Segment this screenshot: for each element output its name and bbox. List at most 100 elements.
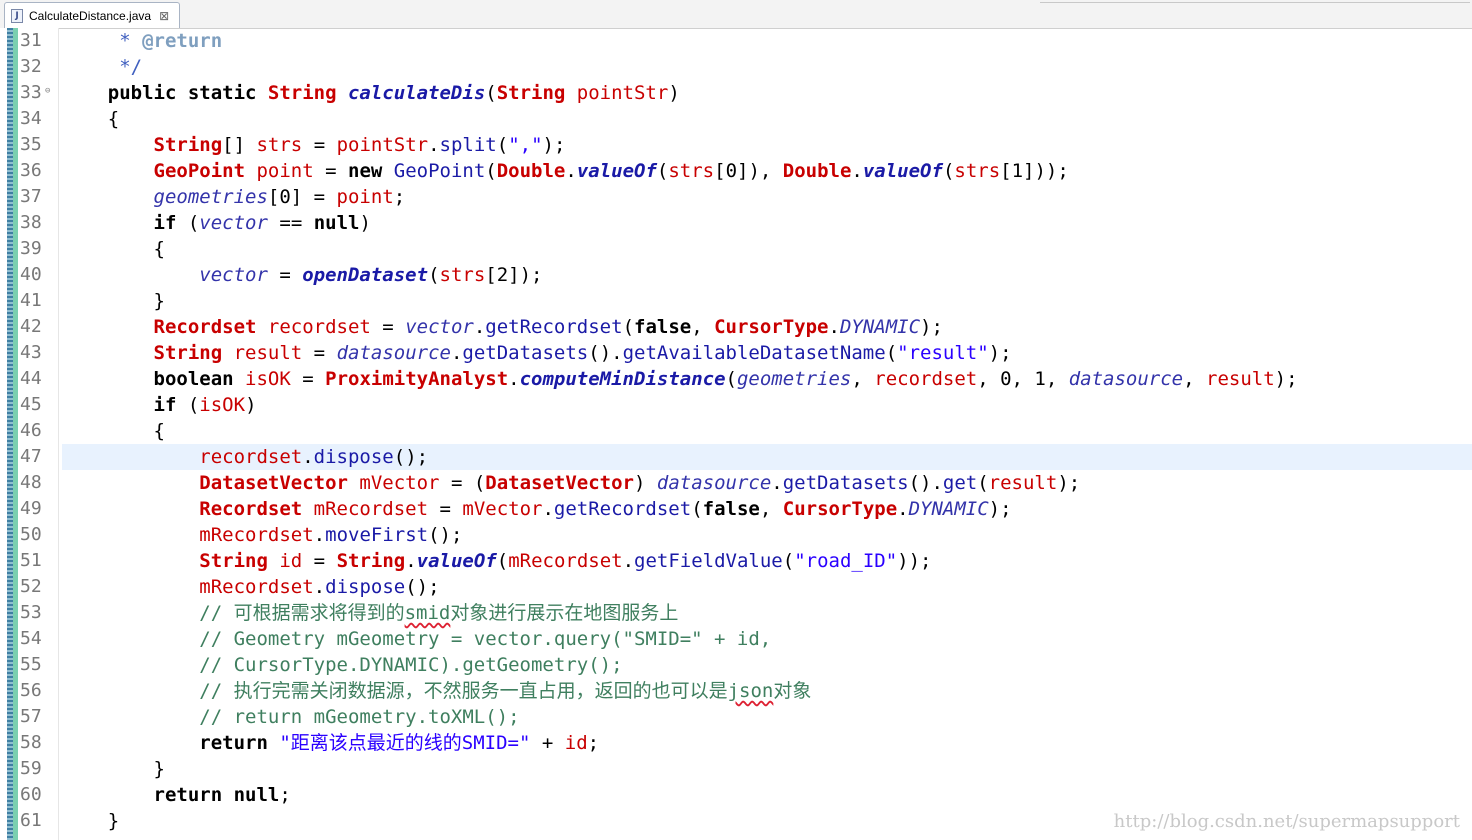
- code-token: datasource: [336, 342, 451, 364]
- line-number: 45: [20, 394, 42, 415]
- code-token: .: [313, 576, 326, 598]
- code-line[interactable]: // Geometry mGeometry = vector.query("SM…: [62, 626, 1472, 652]
- code-token: false: [702, 498, 760, 520]
- line-number: 34: [20, 108, 42, 129]
- code-line[interactable]: * @return: [62, 28, 1472, 54]
- code-token: split: [439, 134, 497, 156]
- code-line[interactable]: {: [62, 236, 1472, 262]
- line-number: 42: [20, 316, 42, 337]
- code-token: openDataset: [302, 264, 429, 286]
- java-file-icon: J: [11, 8, 23, 23]
- close-icon[interactable]: ⊠: [159, 9, 169, 23]
- code-token: "距离该点最近的线的SMID=": [279, 732, 531, 754]
- code-token: .: [897, 498, 909, 520]
- code-token: DYNAMIC: [908, 498, 989, 520]
- code-token: @return: [142, 30, 223, 52]
- code-line[interactable]: if (isOK): [62, 392, 1472, 418]
- code-line[interactable]: DatasetVector mVector = (DatasetVector) …: [62, 470, 1472, 496]
- line-number: 60: [20, 784, 42, 805]
- code-line[interactable]: // CursorType.DYNAMIC).getGeometry();: [62, 652, 1472, 678]
- code-line[interactable]: GeoPoint point = new GeoPoint(Double.val…: [62, 158, 1472, 184]
- code-line[interactable]: mRecordset.dispose();: [62, 574, 1472, 600]
- code-token: GeoPoint: [393, 160, 486, 182]
- code-token: []: [222, 134, 257, 156]
- code-token: datasource: [1068, 368, 1184, 390]
- code-line[interactable]: recordset.dispose();: [62, 444, 1472, 470]
- tab-bar-divider: [1040, 2, 1470, 3]
- code-line[interactable]: // 可根据需求将得到的smid对象进行展示在地图服务上: [62, 600, 1472, 626]
- code-line[interactable]: String id = String.valueOf(mRecordset.ge…: [62, 548, 1472, 574]
- code-line[interactable]: Recordset mRecordset = mVector.getRecord…: [62, 496, 1472, 522]
- code-token: +: [530, 732, 565, 754]
- code-line[interactable]: {: [62, 106, 1472, 132]
- tab-title: CalculateDistance.java: [29, 8, 152, 23]
- code-line[interactable]: mRecordset.moveFirst();: [62, 522, 1472, 548]
- code-token: getFieldValue: [634, 550, 783, 572]
- code-token: ",": [508, 134, 543, 156]
- code-token: ,: [759, 498, 783, 520]
- code-token: (: [496, 134, 509, 156]
- line-number: 54: [20, 628, 42, 649]
- code-line[interactable]: vector = openDataset(strs[2]);: [62, 262, 1472, 288]
- code-line[interactable]: // 执行完需关闭数据源，不然服务一直占用，返回的也可以是json对象: [62, 678, 1472, 704]
- code-token: =: [302, 134, 337, 156]
- code-token: strs: [954, 160, 1001, 182]
- code-token: vector: [62, 264, 268, 286]
- code-line[interactable]: return null;: [62, 782, 1472, 808]
- line-number: 35: [20, 134, 42, 155]
- line-number: 53: [20, 602, 42, 623]
- code-line[interactable]: public static String calculateDis(String…: [62, 80, 1472, 106]
- code-token: ();: [405, 576, 440, 598]
- line-number: 46: [20, 420, 42, 441]
- editor-tab-bar: J CalculateDistance.java ⊠: [0, 0, 1472, 29]
- fold-toggle-icon[interactable]: ⊖: [45, 86, 50, 96]
- code-token: // Geometry mGeometry = vector.query("SM…: [62, 628, 772, 650]
- tab-calculatedistance-java[interactable]: J CalculateDistance.java ⊠: [4, 2, 180, 28]
- code-token: {: [62, 420, 165, 442]
- code-token: moveFirst: [325, 524, 429, 546]
- code-line[interactable]: boolean isOK = ProximityAnalyst.computeM…: [62, 366, 1472, 392]
- code-token: String: [62, 134, 223, 156]
- code-line[interactable]: return "距离该点最近的线的SMID=" + id;: [62, 730, 1472, 756]
- code-line[interactable]: // return mGeometry.toXML();: [62, 704, 1472, 730]
- code-token: valueOf: [576, 160, 657, 182]
- code-token: ): [359, 212, 371, 234]
- code-token: boolean: [62, 368, 246, 390]
- code-token: "road_ID": [794, 550, 898, 572]
- code-token: CursorType: [714, 316, 829, 338]
- code-token: ,: [1183, 368, 1206, 390]
- code-token: ().: [908, 472, 943, 494]
- code-token: "result": [897, 342, 989, 364]
- code-token: strs: [668, 160, 715, 182]
- code-editor[interactable]: 31 32 33 ⊖ 34 35 36 37 38 39 40 41 42 43 44 45 46 47 48 49 5…: [0, 28, 1472, 840]
- code-token: =: [370, 316, 406, 338]
- code-token: DYNAMIC: [839, 316, 921, 338]
- code-token: );: [988, 498, 1012, 520]
- code-line[interactable]: String[] strs = pointStr.split(",");: [62, 132, 1472, 158]
- code-token: .: [313, 524, 326, 546]
- code-token: ();: [393, 446, 429, 468]
- code-token: {: [62, 108, 120, 130]
- code-line[interactable]: geometries[0] = point;: [62, 184, 1472, 210]
- code-line[interactable]: {: [62, 418, 1472, 444]
- code-token: recordset: [267, 316, 371, 338]
- code-line[interactable]: String result = datasource.getDatasets()…: [62, 340, 1472, 366]
- code-token: =: [302, 342, 337, 364]
- code-token: (: [691, 498, 703, 520]
- code-token: (: [496, 550, 509, 572]
- code-line[interactable]: }: [62, 756, 1472, 782]
- code-token: getDatasets: [782, 472, 909, 494]
- code-token: point: [336, 186, 394, 208]
- code-line[interactable]: Recordset recordset = vector.getRecordse…: [62, 314, 1472, 340]
- code-token: .: [622, 550, 635, 572]
- code-token: dispose: [313, 446, 394, 468]
- code-line[interactable]: }: [62, 288, 1472, 314]
- code-line[interactable]: */: [62, 54, 1472, 80]
- code-token: [1]));: [1000, 160, 1069, 182]
- code-token: null: [313, 212, 360, 234]
- line-number: 56: [20, 680, 42, 701]
- code-token: );: [988, 342, 1012, 364]
- code-token: (: [725, 368, 737, 390]
- code-token: if: [62, 394, 188, 416]
- code-line[interactable]: if (vector == null): [62, 210, 1472, 236]
